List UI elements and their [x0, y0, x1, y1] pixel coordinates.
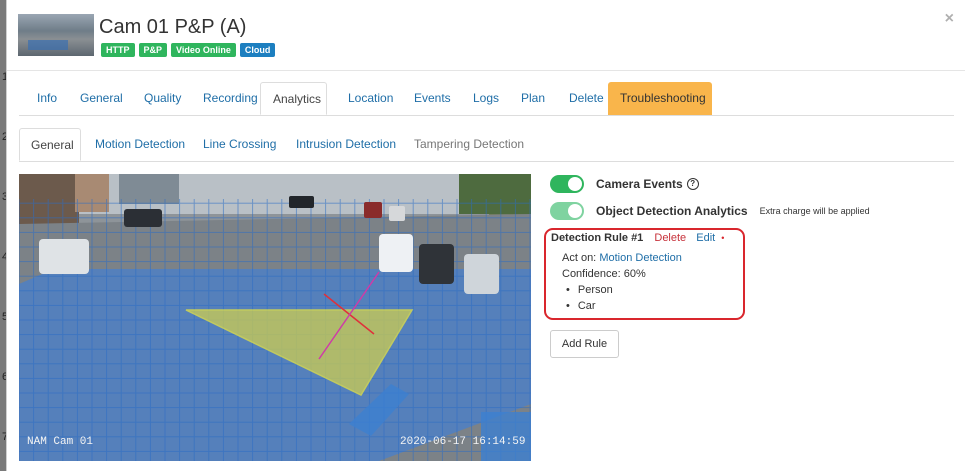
add-rule-button[interactable]: Add Rule [550, 330, 619, 358]
tab-analytics[interactable]: Analytics [260, 82, 327, 115]
modal-header: Cam 01 P&P (A) HTTP P&P Video Online Clo… [7, 0, 965, 71]
camera-events-row: Camera Events ? [550, 174, 699, 194]
camera-modal: Cam 01 P&P (A) HTTP P&P Video Online Clo… [6, 0, 965, 471]
subtab-general[interactable]: General [19, 128, 81, 161]
tab-plan[interactable]: Plan [509, 82, 557, 115]
tab-general[interactable]: General [68, 82, 135, 115]
camera-thumbnail [18, 14, 94, 56]
camera-scene: NAM Cam 01 2020-06-17 16:14:59 [19, 174, 531, 461]
main-tabs: Info General Quality Recording Analytics… [19, 82, 954, 116]
tab-location[interactable]: Location [336, 82, 405, 115]
act-on-line: Act on: Motion Detection [562, 252, 682, 264]
delete-rule-link[interactable]: Delete [654, 232, 686, 244]
help-icon[interactable]: ? [686, 178, 699, 190]
object-detection-row: Object Detection Analytics Extra charge … [550, 201, 870, 221]
act-on-value-link[interactable]: Motion Detection [599, 252, 682, 264]
camera-events-label: Camera Events [596, 177, 683, 191]
camera-overlay-timestamp: 2020-06-17 16:14:59 [400, 436, 525, 448]
edit-rule-link[interactable]: Edit [696, 232, 715, 244]
camera-events-toggle[interactable] [550, 175, 584, 193]
confidence-text: Confidence: 60% [562, 268, 646, 280]
subtab-line-crossing[interactable]: Line Crossing [192, 128, 287, 161]
subtab-tampering-detection[interactable]: Tampering Detection [403, 128, 535, 161]
camera-overlay-name: NAM Cam 01 [27, 436, 93, 448]
object-detection-label: Object Detection Analytics [596, 204, 748, 218]
badge-http: HTTP [101, 43, 135, 57]
status-badges: HTTP P&P Video Online Cloud [101, 43, 276, 57]
tab-troubleshooting[interactable]: Troubleshooting [608, 82, 712, 115]
subtab-motion-detection[interactable]: Motion Detection [84, 128, 196, 161]
tab-recording[interactable]: Recording [191, 82, 270, 115]
detection-rule-title: Detection Rule #1 [551, 232, 644, 244]
extra-charge-note: Extra charge will be applied [759, 206, 870, 216]
object-detection-toggle[interactable] [550, 202, 584, 220]
status-dot: • [721, 233, 725, 243]
subtab-intrusion-detection[interactable]: Intrusion Detection [285, 128, 407, 161]
tab-delete[interactable]: Delete [557, 82, 616, 115]
close-icon[interactable]: × [945, 10, 954, 28]
modal-title: Cam 01 P&P (A) [99, 16, 247, 38]
camera-preview[interactable]: NAM Cam 01 2020-06-17 16:14:59 [19, 174, 531, 461]
tab-events[interactable]: Events [402, 82, 463, 115]
tab-logs[interactable]: Logs [461, 82, 511, 115]
object-class-item: Car [566, 300, 596, 312]
tab-info[interactable]: Info [25, 82, 69, 115]
analytics-subtabs: General Motion Detection Line Crossing I… [19, 128, 954, 162]
tab-quality[interactable]: Quality [132, 82, 193, 115]
detection-rule-header: Detection Rule #1 Delete Edit • [551, 232, 724, 244]
object-class-item: Person [566, 284, 613, 296]
act-on-label: Act on: [562, 252, 597, 264]
badge-pnp: P&P [138, 43, 168, 57]
badge-video-online: Video Online [171, 43, 236, 57]
badge-cloud: Cloud [239, 43, 276, 57]
